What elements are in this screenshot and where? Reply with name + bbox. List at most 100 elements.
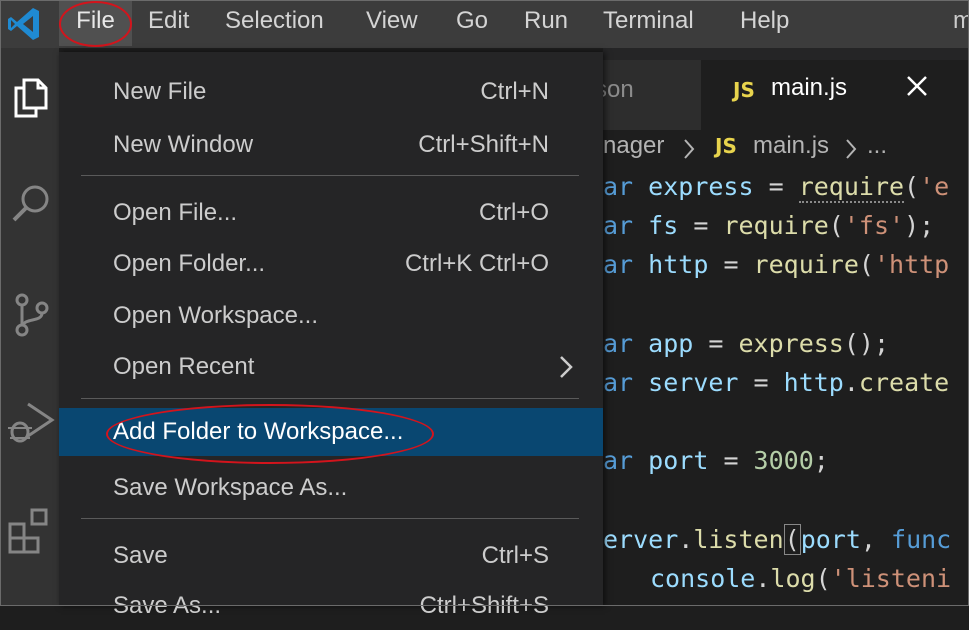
tab-inactive[interactable]: son (603, 60, 701, 130)
string-literal: 'fs' (843, 211, 905, 240)
keyword: ar (603, 211, 634, 240)
function-name: require (723, 211, 829, 240)
close-icon[interactable] (899, 68, 935, 104)
breadcrumb-more[interactable]: ... (867, 132, 887, 160)
file-menu-dropdown: New File Ctrl+N New Window Ctrl+Shift+N Op… (59, 52, 603, 619)
string-literal: 'listeni (830, 564, 952, 593)
menu-separator (81, 175, 579, 176)
string-literal: 'e (919, 172, 950, 201)
keyword: ar (603, 172, 634, 201)
identifier: port (800, 525, 861, 554)
source-control-icon[interactable] (6, 290, 56, 340)
tab-main-js[interactable]: JS main.js (701, 60, 969, 130)
keyword: ar (603, 329, 634, 358)
code-line: ar port = 3000; (603, 446, 829, 475)
number-literal: 3000 (753, 446, 814, 475)
search-icon[interactable] (6, 180, 56, 230)
menu-item-label: Open Workspace... (113, 302, 318, 329)
identifier: fs (648, 211, 679, 240)
menu-go[interactable]: Go (456, 0, 488, 46)
menu-item-new-window[interactable]: New Window Ctrl+Shift+N (59, 121, 603, 169)
menu-terminal[interactable]: Terminal (603, 0, 694, 46)
identifier: server (648, 368, 739, 397)
keyword: func (891, 525, 952, 554)
punctuation: (); (843, 329, 889, 358)
menu-item-label: Save Workspace As... (113, 474, 348, 501)
code-line: ar server = http.create (603, 368, 949, 397)
vscode-logo-icon (8, 8, 39, 40)
menu-item-label: Save As... (113, 592, 222, 619)
menu-view[interactable]: View (366, 0, 418, 46)
menu-item-open-recent[interactable]: Open Recent (59, 343, 603, 391)
function-name: create (858, 368, 950, 397)
menu-item-label: Save (113, 542, 168, 569)
chevron-right-icon (560, 356, 573, 378)
code-line: ar fs = require('fs'); (603, 211, 934, 240)
menu-bar: File Edit Selection View Go Run Terminal… (0, 0, 969, 48)
explorer-icon[interactable] (6, 72, 56, 122)
menu-item-open-workspace[interactable]: Open Workspace... (59, 292, 603, 340)
punctuation: . (755, 564, 771, 593)
breadcrumb-folder[interactable]: nager (603, 132, 664, 160)
menu-item-shortcut: Ctrl+Shift+N (418, 131, 549, 158)
code-line: erver.listen(port, func (603, 524, 952, 555)
menu-run[interactable]: Run (524, 0, 568, 46)
punctuation: ( (858, 250, 874, 279)
add-folder-highlight-circle (106, 404, 434, 464)
menu-separator (81, 518, 579, 519)
operator: = (693, 329, 739, 358)
file-menu-highlight-circle (59, 1, 132, 47)
menu-item-save-workspace-as[interactable]: Save Workspace As... (59, 464, 603, 512)
menu-item-save[interactable]: Save Ctrl+S (59, 532, 603, 580)
keyword: ar (603, 446, 634, 475)
menu-item-label: New Window (113, 131, 254, 158)
menu-item-label: Open File... (113, 199, 238, 226)
menu-item-shortcut: Ctrl+S (481, 542, 549, 569)
function-name: listen (693, 525, 784, 554)
code-line: ar app = express(); (603, 329, 889, 358)
menu-item-label: New File (113, 78, 207, 105)
identifier: express (648, 172, 754, 201)
menu-item-new-file[interactable]: New File Ctrl+N (59, 68, 603, 116)
menu-item-shortcut: Ctrl+O (478, 199, 549, 226)
punctuation: ); (904, 211, 935, 240)
menu-edit[interactable]: Edit (148, 0, 189, 46)
menu-item-open-folder[interactable]: Open Folder... Ctrl+K Ctrl+O (59, 240, 603, 288)
identifier: http (648, 250, 709, 279)
menu-separator (81, 398, 579, 399)
code-editor[interactable]: ar express = require('e ar fs = require(… (603, 166, 969, 606)
operator: = (708, 446, 754, 475)
menu-item-label: Open Folder... (113, 250, 266, 277)
identifier: http (783, 368, 844, 397)
function-name: require (798, 172, 905, 203)
breadcrumb-file[interactable]: main.js (753, 132, 829, 160)
menu-item-shortcut: Ctrl+N (480, 78, 549, 105)
menu-item-label: Open Recent (113, 353, 255, 380)
identifier: port (648, 446, 709, 475)
punctuation: ( (904, 172, 920, 201)
punctuation: ( (815, 564, 831, 593)
menu-item-open-file[interactable]: Open File... Ctrl+O (59, 189, 603, 237)
window-title: m (953, 7, 969, 34)
breadcrumb: nager JS main.js ... (603, 130, 969, 166)
js-file-icon: JS (715, 134, 737, 158)
menu-item-save-as[interactable]: Save As... Ctrl+Shift+S (59, 582, 603, 630)
function-name: log (770, 564, 816, 593)
operator: = (678, 211, 724, 240)
code-line: console.log('listeni (650, 564, 951, 593)
extensions-icon[interactable] (6, 504, 56, 554)
keyword: ar (603, 368, 634, 397)
operator: = (753, 172, 799, 201)
punctuation: ( (828, 211, 844, 240)
operator: = (708, 250, 754, 279)
run-debug-icon[interactable] (6, 398, 56, 448)
menu-item-shortcut: Ctrl+K Ctrl+O (404, 250, 549, 277)
keyword: ar (603, 250, 634, 279)
activity-bar (0, 48, 59, 606)
code-line: ar express = require('e (603, 172, 950, 203)
menu-selection[interactable]: Selection (225, 0, 324, 46)
menu-help[interactable]: Help (740, 0, 789, 46)
punctuation: . (678, 525, 694, 554)
menu-item-shortcut: Ctrl+Shift+S (419, 592, 549, 619)
operator: = (738, 368, 784, 397)
